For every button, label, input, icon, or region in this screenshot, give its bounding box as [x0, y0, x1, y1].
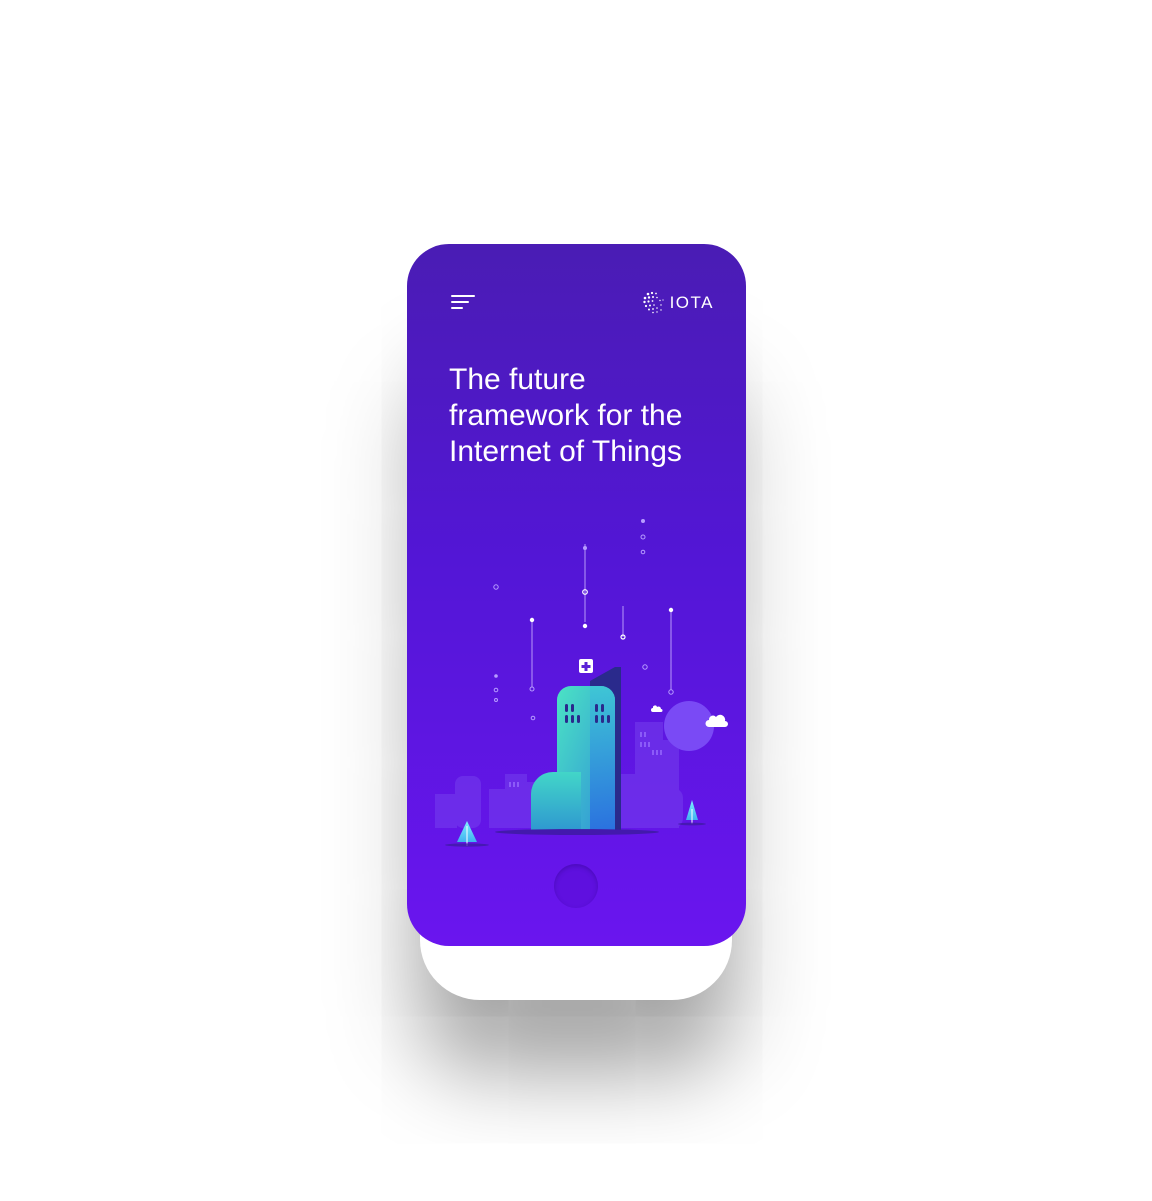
iota-logo-mark-icon — [642, 291, 664, 314]
iota-logo[interactable]: IOTA — [642, 291, 714, 315]
smart-city-illustration — [435, 519, 728, 847]
phone-screen: IOTA The future framework for the Intern… — [407, 244, 746, 946]
hamburger-menu-icon[interactable] — [451, 294, 479, 309]
hero-headline: The future framework for the Internet of… — [449, 363, 683, 468]
home-button[interactable] — [554, 864, 598, 908]
logo-text: IOTA — [669, 293, 714, 312]
